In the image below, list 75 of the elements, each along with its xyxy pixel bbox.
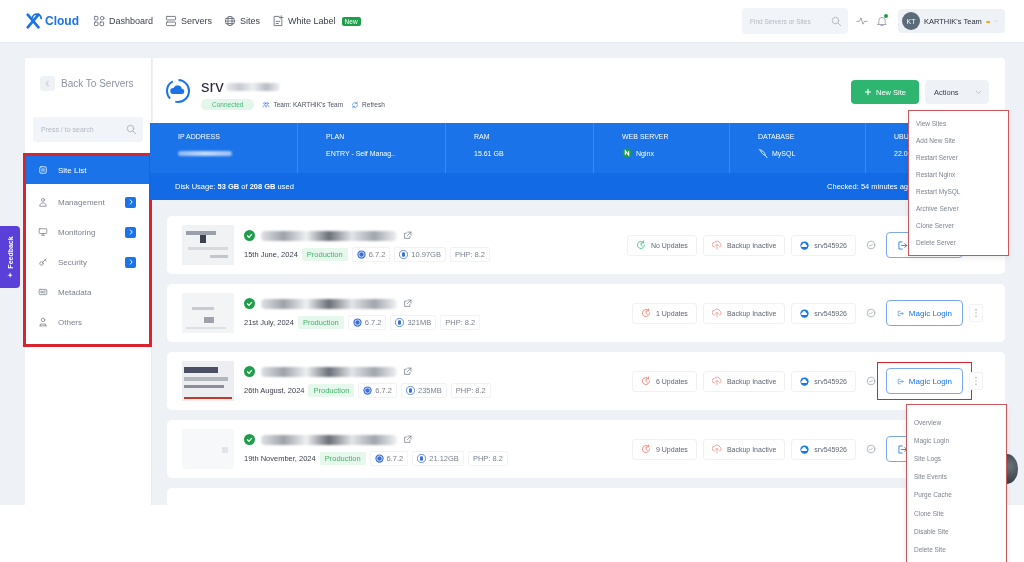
magic-login-button[interactable]: Magic Login [886,368,963,394]
redacted-text [225,82,280,91]
kebab-icon [974,308,978,318]
cloud-server-icon [165,78,191,104]
key-icon [38,257,48,267]
back-link[interactable]: Back To Servers [25,75,151,91]
disk-icon [417,453,427,463]
plus-icon [864,88,872,96]
check-icon [244,434,255,445]
more-options-button[interactable] [969,304,983,322]
server-icon [165,15,178,27]
search-icon [831,15,842,27]
update-icon [640,444,651,454]
nginx-icon [622,148,632,158]
check-circle-icon[interactable] [866,444,876,454]
list-icon [38,165,48,175]
wordpress-icon [352,317,362,327]
server-name: srv [201,76,224,97]
external-link-icon[interactable] [403,231,412,240]
disk-icon [395,317,405,327]
team-icon [262,100,271,109]
refresh-icon [351,100,360,109]
sidebar-item[interactable]: Others [26,307,149,337]
search-icon [126,124,137,135]
update-icon [635,240,646,250]
kebab-icon [974,376,978,386]
sidebar-item[interactable]: Monitoring [26,217,149,247]
disk-icon [399,249,409,259]
logo-icon [25,12,43,30]
check-circle-icon[interactable] [866,376,876,386]
globe-icon [224,15,237,27]
external-link-icon[interactable] [403,435,412,444]
login-icon [897,239,908,251]
monitor-icon [38,227,48,237]
cloud-upload-icon [711,444,722,454]
grid-icon [93,15,105,27]
wordpress-icon [356,249,366,259]
sidebar-item[interactable]: Metadata [26,277,149,307]
update-icon [640,308,651,318]
external-link-icon[interactable] [403,299,412,308]
cloud-icon [800,376,810,386]
external-link-icon[interactable] [403,367,412,376]
nav-link[interactable]: Dashboard [93,15,154,27]
dolphin-icon [758,148,768,158]
sidebar-item[interactable]: Site List [26,156,149,184]
sparkle-icon [6,271,14,279]
cloud-icon [800,444,810,454]
check-icon [244,230,255,241]
check-circle-icon[interactable] [866,240,876,250]
cloud-upload-icon [711,308,722,318]
cloud-upload-icon [711,376,722,386]
magic-login-button[interactable]: Magic Login [886,300,963,326]
check-icon [244,298,255,309]
user-icon [38,317,48,327]
nav-link[interactable]: Sites [224,15,261,27]
logo-text: Cloud [45,14,79,28]
login-icon [897,443,908,455]
person-icon [38,197,48,207]
check-icon [244,366,255,377]
document-icon [272,15,285,27]
notification-icon[interactable] [876,15,888,27]
disk-icon [406,385,415,395]
sidebar-item[interactable]: Security [26,247,149,277]
cloud-icon [800,308,810,318]
sidebar-item[interactable]: Management [26,187,149,217]
update-icon [640,376,651,386]
wordpress-icon [363,385,373,395]
activity-icon[interactable] [856,15,868,27]
nav-link[interactable]: Servers [165,15,213,27]
card-icon [38,287,48,297]
cloud-upload-icon [711,240,722,250]
cloud-icon [800,240,810,250]
wordpress-icon [374,453,384,463]
check-circle-icon[interactable] [866,308,876,318]
more-options-button[interactable] [969,372,983,390]
